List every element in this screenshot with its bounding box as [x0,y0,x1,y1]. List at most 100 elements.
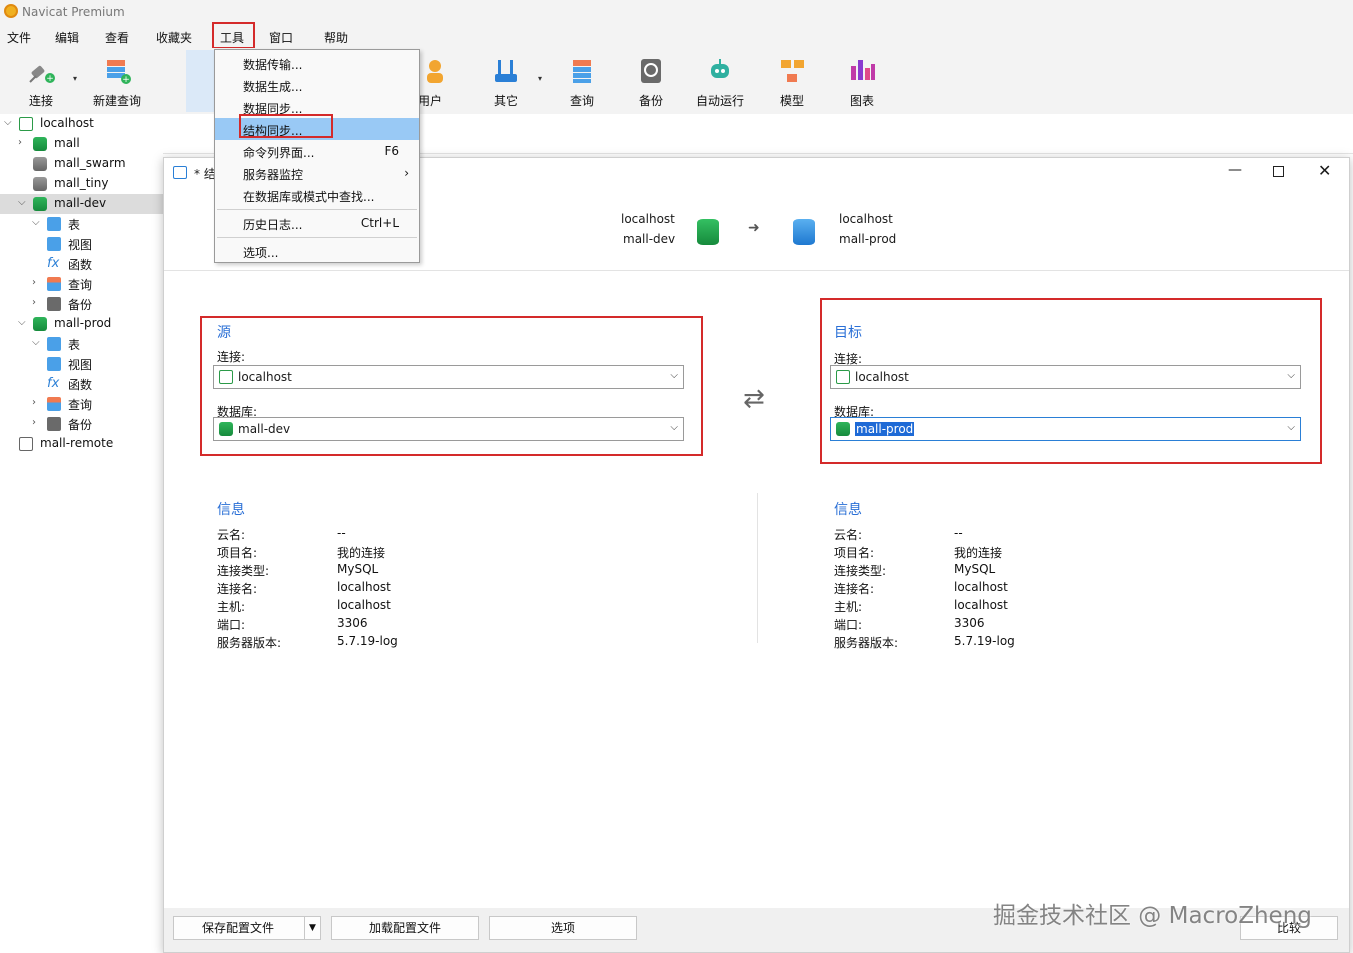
info-key: 项目名: [217,546,258,560]
tree-item-queries[interactable]: › 查询 [0,274,163,294]
backup-icon [641,59,661,83]
tree-item-backups[interactable]: › 备份 [0,414,163,434]
chevron-right-icon: › [404,166,409,180]
connection-icon [836,370,850,384]
load-config-button[interactable]: 加载配置文件 [331,916,479,940]
tree-item-tables[interactable]: ⌵ 表 [0,214,163,234]
menu-item-find-in-db[interactable]: 在数据库或模式中查找... [215,184,419,206]
main-toolbar: + 连接 ▾ + 新建查询 用户 其它 ▾ 查询 备份 自动运行 模型 图表 [0,48,1353,114]
info-value: localhost [954,580,1008,594]
swap-icon[interactable]: ⇄ [743,384,765,414]
chevron-right-icon[interactable]: › [32,397,36,408]
chevron-down-icon[interactable]: ⌵ [18,197,26,208]
menu-file[interactable]: 文件 [7,29,31,46]
tree-item-functions[interactable]: fx 函数 [0,254,163,274]
save-config-dropdown-icon[interactable]: ▼ [304,916,321,940]
tree-item-functions[interactable]: fx 函数 [0,374,163,394]
menu-item-server-monitor[interactable]: 服务器监控 › [215,162,419,184]
model-icon [781,60,804,82]
tree-item-queries[interactable]: › 查询 [0,394,163,414]
backup-button[interactable]: 备份 [621,54,681,112]
new-query-button[interactable]: + 新建查询 [87,54,147,112]
model-button[interactable]: 模型 [762,54,822,112]
chevron-down-icon[interactable]: ⌵ [4,117,12,128]
tree-item-tables[interactable]: ⌵ 表 [0,334,163,354]
function-icon: fx [47,376,60,391]
menu-item-command-line[interactable]: 命令列界面... F6 [215,140,419,162]
menu-item-data-generation[interactable]: 数据生成... [215,74,419,96]
tree-item-mall-swarm[interactable]: mall_swarm [0,154,163,174]
tree-item-views[interactable]: 视图 [0,234,163,254]
tree-item-mall-remote[interactable]: mall-remote [0,434,163,454]
tools-menu-annotation [212,22,255,49]
connect-button[interactable]: + 连接 [11,54,71,112]
other-button[interactable]: 其它 [476,54,536,112]
target-connection-select[interactable]: localhost ⌵ [830,365,1301,389]
tools-icon [495,60,517,82]
tree-item-mall[interactable]: › mall [0,134,163,154]
target-connection-label: localhost [839,212,893,226]
menu-item-options[interactable]: 选项... [215,240,419,262]
tree-item-mall-prod[interactable]: ⌵ mall-prod [0,314,163,334]
chevron-right-icon[interactable]: › [32,417,36,428]
tree-item-localhost[interactable]: ⌵ localhost [0,114,163,134]
structure-sync-annotation [239,114,333,138]
menu-favorites[interactable]: 收藏夹 [156,29,192,46]
chart-button[interactable]: 图表 [832,54,892,112]
chevron-down-icon[interactable]: ⌵ [32,217,40,228]
menu-item-history-log[interactable]: 历史日志... Ctrl+L [215,212,419,234]
chevron-right-icon[interactable]: › [32,297,36,308]
info-value: MySQL [337,562,379,576]
source-database-select[interactable]: mall-dev ⌵ [213,417,684,441]
menu-window[interactable]: 窗口 [269,29,293,46]
menu-help[interactable]: 帮助 [324,29,348,46]
plug-icon: + [29,65,55,84]
table-icon [47,337,61,351]
minimize-icon[interactable]: — [1228,162,1242,178]
options-button[interactable]: 选项 [489,916,637,940]
info-key: 云名: [834,528,863,542]
auto-run-button[interactable]: 自动运行 [690,54,750,112]
chevron-down-icon: ⌵ [670,422,678,433]
tree-item-views[interactable]: 视图 [0,354,163,374]
info-value: 3306 [337,616,368,630]
connect-dropdown-icon[interactable]: ▾ [73,74,77,83]
chevron-right-icon[interactable]: › [32,277,36,288]
maximize-icon[interactable] [1273,166,1284,177]
menu-edit[interactable]: 编辑 [55,29,79,46]
other-dropdown-icon[interactable]: ▾ [538,74,542,83]
database-icon [33,157,47,171]
target-info-title: 信息 [834,502,862,518]
info-key: 连接类型: [834,564,887,578]
menu-item-data-transfer[interactable]: 数据传输... [215,52,419,74]
info-value: -- [337,526,346,540]
chevron-down-icon: ⌵ [1287,422,1295,433]
tree-item-mall-tiny[interactable]: mall_tiny [0,174,163,194]
svg-text:+: + [122,75,130,85]
info-key: 连接类型: [217,564,270,578]
tools-dropdown-menu: 数据传输... 数据生成... 数据同步... 结构同步... 命令列界面...… [214,49,420,263]
query-button[interactable]: 查询 [552,54,612,112]
tree-item-mall-dev[interactable]: ⌵ mall-dev [0,194,163,214]
new-query-icon: + [107,60,131,85]
table-icon [47,217,61,231]
chevron-right-icon[interactable]: › [18,137,22,148]
save-config-button[interactable]: 保存配置文件 [173,916,308,940]
tree-item-backups[interactable]: › 备份 [0,294,163,314]
database-icon [219,422,233,436]
robot-icon [711,59,729,78]
info-key: 端口: [217,618,246,632]
close-icon[interactable]: ✕ [1318,161,1331,180]
source-connection-select[interactable]: localhost ⌵ [213,365,684,389]
chevron-down-icon[interactable]: ⌵ [32,337,40,348]
chevron-down-icon[interactable]: ⌵ [18,317,26,328]
source-section-title: 源 [217,325,231,341]
navicat-logo-icon [4,4,18,18]
info-key: 项目名: [834,546,875,560]
chart-icon [851,60,875,80]
target-database-icon [793,219,815,245]
target-database-select[interactable]: mall-prod ⌵ [830,417,1301,441]
menu-view[interactable]: 查看 [105,29,129,46]
backup-icon [47,297,61,311]
arrow-right-icon: ➜ [748,220,760,236]
